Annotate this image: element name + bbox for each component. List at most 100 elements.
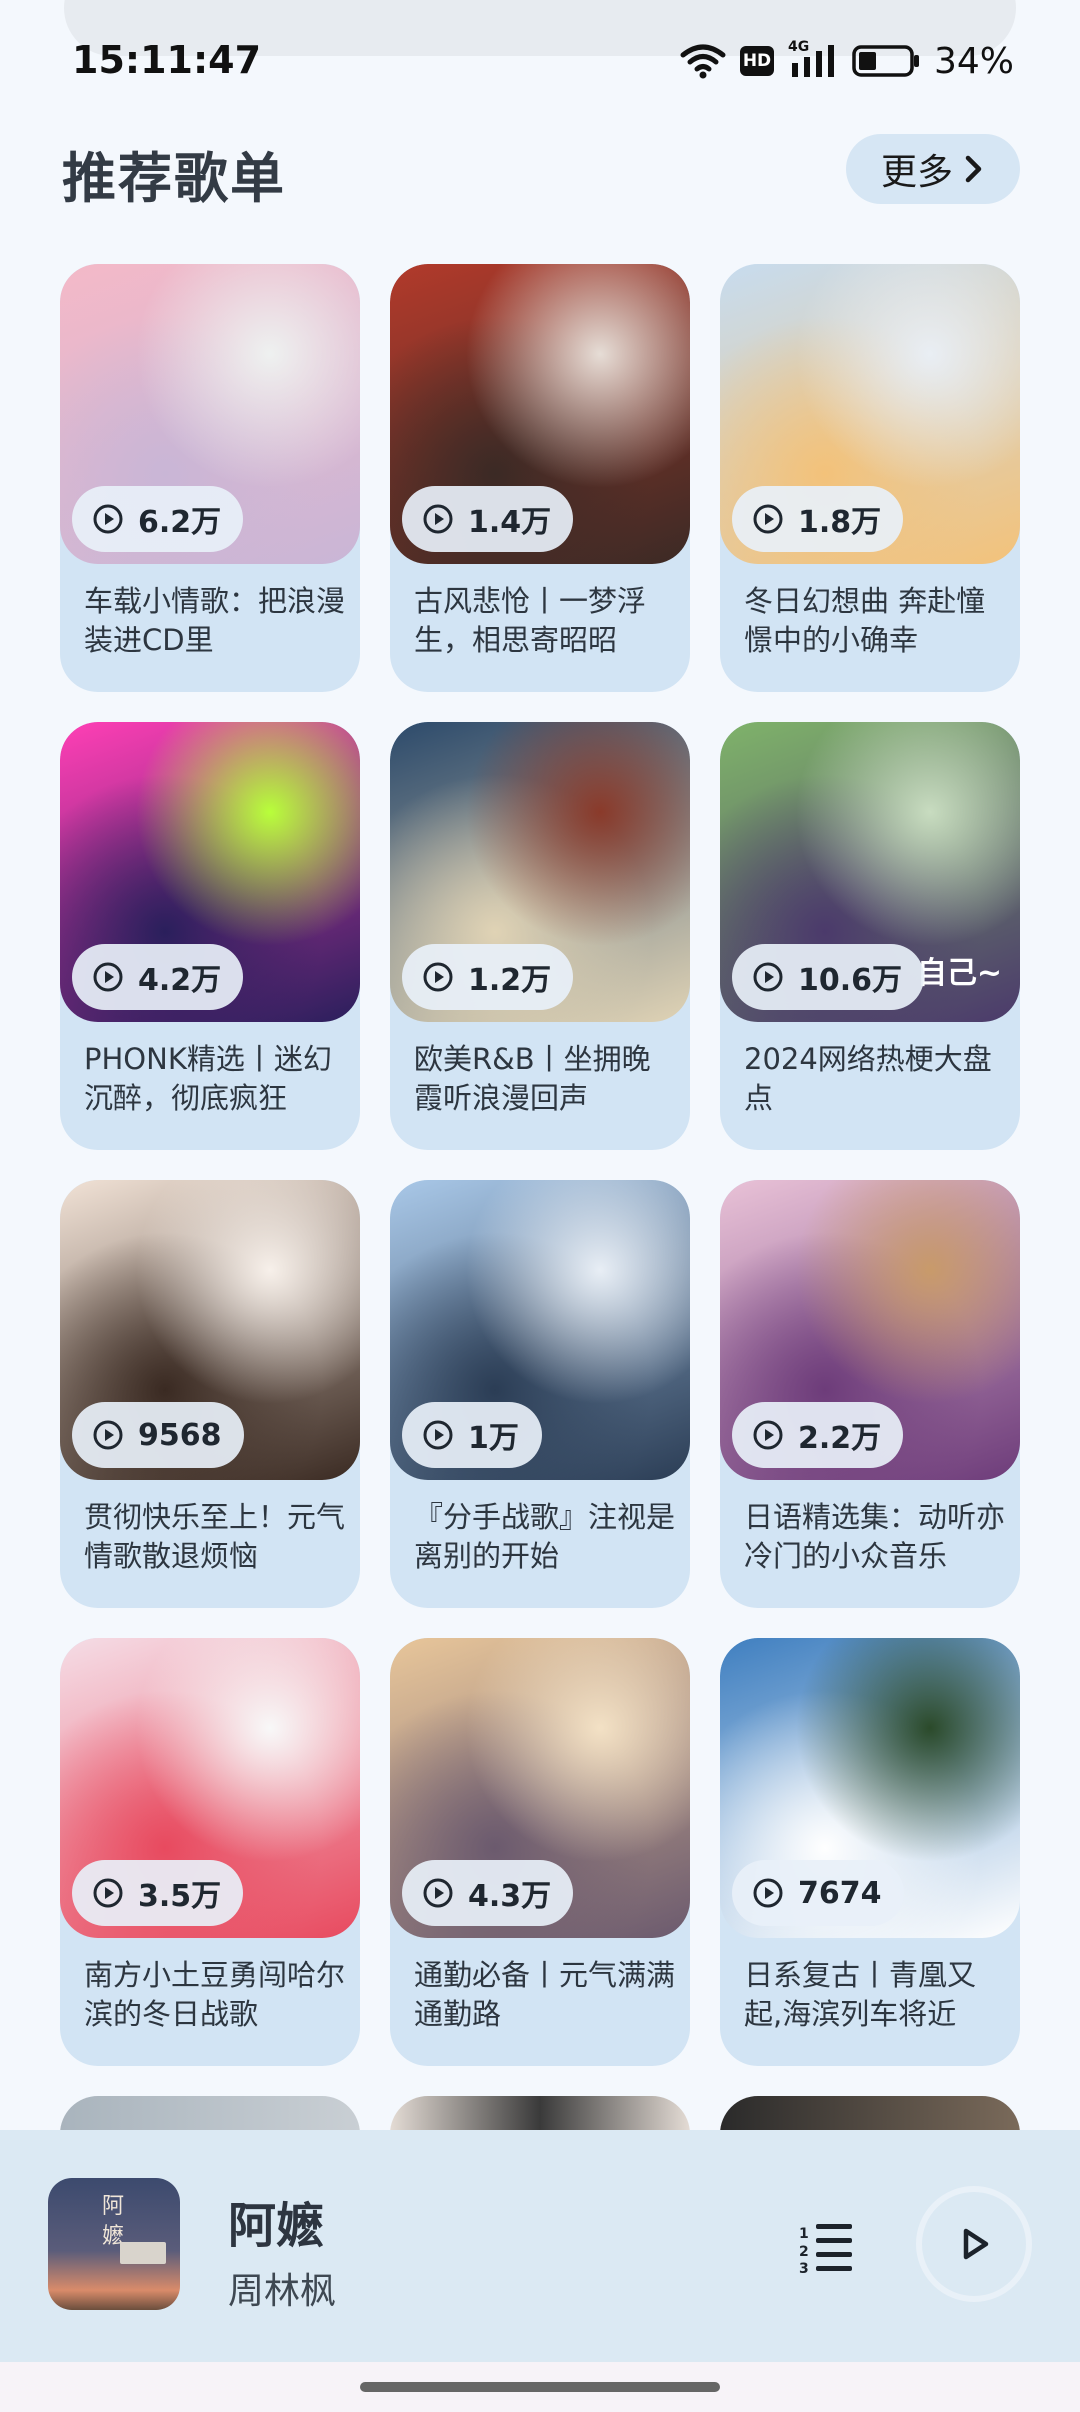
play-circle-icon [93,504,123,534]
playlist-title: PHONK精选丨迷幻沉醉，彻底疯狂 [84,1042,332,1115]
svg-text:2: 2 [799,2244,809,2260]
play-count-badge[interactable]: 4.2万 [72,944,244,1010]
playlist-cover[interactable]: 1万 [390,1180,690,1480]
play-circle-icon [423,1878,453,1908]
play-circle-icon [423,504,453,534]
play-circle-icon [423,1420,453,1450]
playlist-cover[interactable]: 6.2万 [60,264,360,564]
playlist-title: 古风悲怆丨一梦浮生，相思寄昭昭 [414,584,647,657]
status-icons: HD 4G 34% [680,38,1014,84]
playlist-card[interactable]: 6.2万车载小情歌：把浪漫装进CD里 [60,264,360,692]
status-bar: 15:11:47 HD 4G 34% [0,0,1080,124]
signal-bars-icon [791,45,834,77]
signal-icon: 4G [788,39,838,79]
section-title: 推荐歌单 [62,147,286,210]
playlist-card[interactable]: 9568 贯彻快乐至上！元气情歌散退烦恼 [60,1180,360,1608]
playlist-title: 2024网络热梗大盘点 [744,1042,992,1115]
playlist-card[interactable]: 1.4万古风悲怆丨一梦浮生，相思寄昭昭 [390,264,690,692]
playlist-cover[interactable]: 4.3万 [390,1638,690,1938]
playlist-card[interactable]: 1.2万欧美R&B丨坐拥晚霞听浪漫回声 [390,722,690,1150]
play-circle-icon [753,1420,783,1450]
more-label: 更多 [880,152,953,193]
wifi-icon [680,44,726,79]
play-icon [963,2228,989,2260]
battery-percent: 34% [933,40,1014,82]
home-indicator[interactable] [360,2382,720,2392]
playlist-card[interactable]: 3.5万南方小土豆勇闯哈尔滨的冬日战歌 [60,1638,360,2066]
play-count: 3.5万 [138,1879,222,1914]
play-count-badge[interactable]: 1万 [402,1402,542,1468]
play-count: 1.8万 [798,505,882,540]
playlist-title: 车载小情歌：把浪漫装进CD里 [84,584,346,657]
playlist-cover[interactable]: 1.2万 [390,722,690,1022]
cover-art-sign [120,2242,166,2264]
play-count-badge[interactable]: 10.6万 [732,944,925,1010]
playlist-card[interactable]: 1万『分手战歌』注视是离别的开始 [390,1180,690,1608]
play-circle-icon [423,962,453,992]
play-circle-icon [93,1420,123,1450]
playlist-title: 贯彻快乐至上！元气情歌散退烦恼 [84,1500,346,1573]
playlist-title: 南方小土豆勇闯哈尔滨的冬日战歌 [84,1958,346,2031]
playlist-card[interactable]: 7674 日系复古丨青凰又起,海滨列车将近 [720,1638,1020,2066]
play-count: 4.3万 [468,1879,552,1914]
playlist-cover[interactable]: 自己~ 10.6万 [720,722,1020,1022]
playlist-cover[interactable]: 3.5万 [60,1638,360,1938]
playlist-card[interactable]: 2.2万 日语精选集：动听亦冷门的小众音乐 [720,1180,1020,1608]
svg-text:3: 3 [799,2261,809,2276]
playlist-cover[interactable]: 2.2万 [720,1180,1020,1480]
play-count-badge[interactable]: 7674 [732,1860,904,1926]
play-circle-icon [753,504,783,534]
playlist-cover[interactable]: 1.4万 [390,264,690,564]
gesture-area [0,2362,1080,2412]
section-header: 推荐歌单 更多 [60,130,1020,220]
play-count: 6.2万 [138,505,222,540]
playlist-title: 日系复古丨青凰又起,海滨列车将近 [744,1958,977,2031]
play-count-badge[interactable]: 9568 [72,1402,244,1468]
play-button[interactable] [916,2186,1032,2302]
playlist-card[interactable]: 1.8万冬日幻想曲 奔赴憧憬中的小确幸 [720,264,1020,692]
battery-icon [852,45,919,77]
more-button[interactable]: 更多 [846,134,1020,204]
playlist-icon[interactable]: 1 2 3 [796,2216,856,2276]
play-count: 10.6万 [798,963,903,998]
play-count: 1.4万 [468,505,552,540]
mini-player[interactable]: 阿嬷 阿嬷 周林枫 1 2 3 [0,2130,1080,2362]
status-time: 15:11:47 [72,38,262,82]
chevron-right-icon [965,155,982,183]
playlist-cover[interactable]: 9568 [60,1180,360,1480]
play-count-badge[interactable]: 1.8万 [732,486,904,552]
now-playing-cover[interactable]: 阿嬷 [48,2178,180,2310]
play-count: 9568 [138,1417,222,1453]
cover-overlay-text: 自己~ [916,956,1002,991]
playlist-cover[interactable]: 7674 [720,1638,1020,1938]
play-circle-icon [753,962,783,992]
play-count: 7674 [798,1875,882,1911]
playlist-title: 通勤必备丨元气满满通勤路 [414,1958,676,2031]
playlist-title: 『分手战歌』注视是离别的开始 [414,1500,676,1573]
hd-badge: HD [739,46,774,76]
play-count-badge[interactable]: 2.2万 [732,1402,904,1468]
play-count: 1万 [468,1421,519,1456]
play-count-badge[interactable]: 6.2万 [72,486,244,552]
playlist-title: 冬日幻想曲 奔赴憧憬中的小确幸 [744,584,986,657]
play-count: 2.2万 [798,1421,882,1456]
svg-text:1: 1 [799,2226,809,2242]
playlist-cover[interactable]: 1.8万 [720,264,1020,564]
play-count: 4.2万 [138,963,222,998]
now-playing-title: 阿嬷 [228,2198,325,2254]
playlist-grid: 6.2万 车载小情歌：把浪漫装进CD里 1.4万 古风悲怆丨一梦浮生，相思寄昭昭 1.8… [60,264,1020,2066]
hd-badge-label: HD [742,51,772,71]
now-playing-artist: 周林枫 [228,2271,337,2312]
play-count-badge[interactable]: 4.3万 [402,1860,574,1926]
play-circle-icon [93,962,123,992]
playlist-card[interactable]: 自己~ 10.6万 2024网络热梗大盘点 [720,722,1020,1150]
play-count-badge[interactable]: 1.4万 [402,486,574,552]
playlist-card[interactable]: 4.3万通勤必备丨元气满满通勤路 [390,1638,690,2066]
play-count-badge[interactable]: 3.5万 [72,1860,244,1926]
playlist-card[interactable]: 4.2万 PHONK精选丨迷幻沉醉，彻底疯狂 [60,722,360,1150]
playlist-cover[interactable]: 4.2万 [60,722,360,1022]
play-circle-icon [93,1878,123,1908]
play-count: 1.2万 [468,963,552,998]
play-count-badge[interactable]: 1.2万 [402,944,574,1010]
playlist-title: 欧美R&B丨坐拥晚霞听浪漫回声 [414,1042,651,1115]
